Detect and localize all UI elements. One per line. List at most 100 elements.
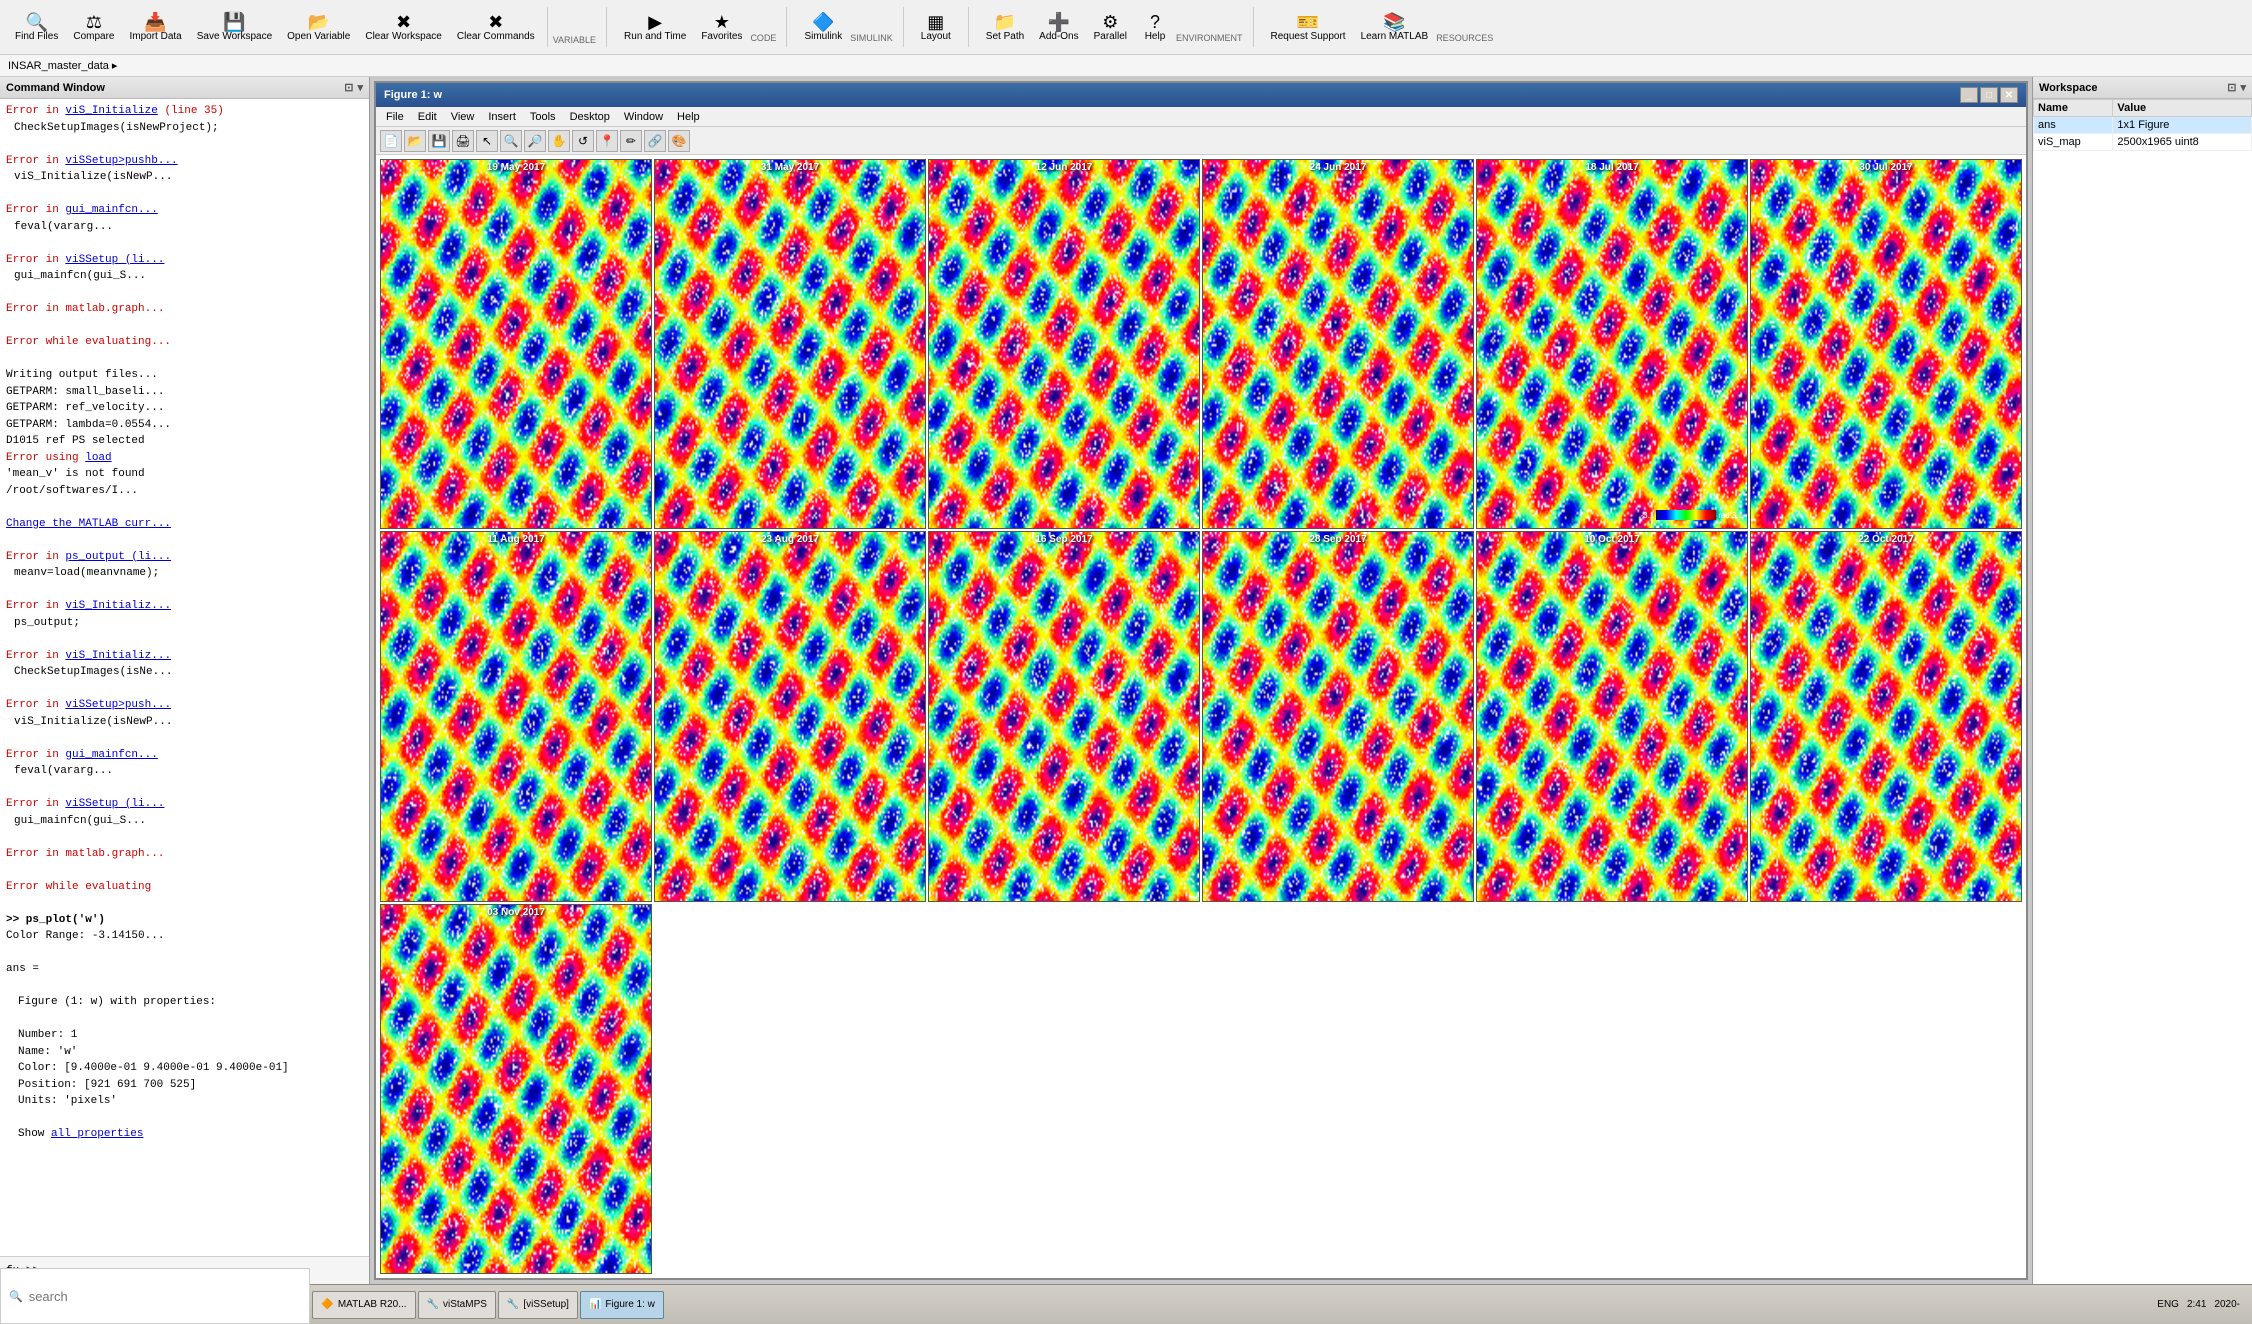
minimize-icon[interactable]: ▾: [357, 81, 363, 94]
subplot-canvas: [1477, 160, 1747, 528]
compare-button[interactable]: ⚖ Compare: [66, 10, 121, 45]
gui-mainfcn2-link[interactable]: gui_mainfcn...: [65, 749, 157, 761]
figure-close-btn[interactable]: ✕: [2000, 87, 2018, 103]
taskbar-item[interactable]: 🔧viStaMPS: [418, 1291, 496, 1319]
add-ons-button[interactable]: ➕ Add-Ons: [1032, 10, 1085, 45]
fig-print-btn[interactable]: 🖨: [452, 130, 474, 152]
fig-rotate-btn[interactable]: ↺: [572, 130, 594, 152]
clear-workspace-button[interactable]: ✖ Clear Workspace: [358, 10, 449, 45]
ps-output-link[interactable]: ps_output (li...: [65, 551, 171, 563]
fig-save-btn[interactable]: 💾: [428, 130, 450, 152]
subplot[interactable]: 19 May 2017: [380, 159, 652, 529]
subplot[interactable]: 10 Oct 2017: [1476, 531, 1748, 901]
main-layout: Command Window ⊡ ▾ Error in viS_Initiali…: [0, 77, 2252, 1284]
workspace-name-cell: ans: [2034, 117, 2113, 134]
fig-datacursor-btn[interactable]: 📍: [596, 130, 618, 152]
run-and-time-button[interactable]: ▶ Run and Time: [617, 10, 693, 45]
subplot[interactable]: 22 Oct 2017: [1750, 531, 2022, 901]
figure-menu-insert[interactable]: Insert: [482, 109, 522, 125]
search-input[interactable]: [29, 1289, 301, 1304]
vis-init-link2[interactable]: viS_Initializ...: [65, 600, 171, 612]
learn-matlab-button[interactable]: 📚 Learn MATLAB: [1354, 10, 1436, 45]
workspace-undock-icon[interactable]: ⊡: [2227, 81, 2236, 94]
vis-init-link3[interactable]: viS_Initializ...: [65, 650, 171, 662]
change-matlab-link[interactable]: Change the MATLAB curr...: [6, 516, 363, 533]
workspace-minimize-icon[interactable]: ▾: [2240, 81, 2246, 94]
simulink-button[interactable]: 🔷 Simulink: [797, 10, 849, 45]
fig-open-btn[interactable]: 📂: [404, 130, 426, 152]
subplot[interactable]: 03 Nov 2017: [380, 904, 652, 1274]
cmd-line: Error in ps_output (li...: [6, 549, 363, 566]
clear-workspace-icon: ✖: [396, 13, 411, 31]
set-path-button[interactable]: 📁 Set Path: [979, 10, 1031, 45]
figure-title: Figure 1: w: [384, 89, 442, 101]
cmd-output-line: Number: 1: [18, 1027, 363, 1044]
vissetup-push-link[interactable]: viSSetup>pushb...: [65, 155, 177, 167]
fig-new-btn[interactable]: 📄: [380, 130, 402, 152]
gui-mainfcn-link[interactable]: gui_mainfcn...: [65, 204, 157, 216]
parallel-button[interactable]: ⚙ Parallel: [1087, 10, 1134, 45]
taskbar-item[interactable]: 📊Figure 1: w: [580, 1291, 664, 1319]
fig-zoom-out-btn[interactable]: 🔎: [524, 130, 546, 152]
figure-minimize-btn[interactable]: _: [1960, 87, 1978, 103]
save-workspace-button[interactable]: 💾 Save Workspace: [190, 10, 279, 45]
figure-menu-view[interactable]: View: [445, 109, 481, 125]
favorites-button[interactable]: ★ Favorites: [694, 10, 749, 45]
cmd-line: Writing output files...: [6, 367, 363, 384]
fig-select-btn[interactable]: ↖: [476, 130, 498, 152]
clear-commands-button[interactable]: ✖ Clear Commands: [450, 10, 542, 45]
import-icon: 📥: [144, 13, 166, 31]
breadcrumb-path[interactable]: INSAR_master_data ▸: [8, 59, 117, 72]
figure-menu-file[interactable]: File: [380, 109, 410, 125]
subplot[interactable]: 28 Sep 2017: [1202, 531, 1474, 901]
load-link[interactable]: load: [85, 452, 111, 464]
fig-pan-btn[interactable]: ✋: [548, 130, 570, 152]
subplot[interactable]: 23 Aug 2017: [654, 531, 926, 901]
cmd-line: feval(vararg...: [6, 763, 363, 780]
add-ons-label: Add-Ons: [1039, 31, 1078, 42]
open-variable-button[interactable]: 📂 Open Variable: [280, 10, 357, 45]
fig-brush-btn[interactable]: ✏: [620, 130, 642, 152]
sep2: [606, 7, 607, 47]
taskbar-item[interactable]: 🔶MATLAB R20...: [312, 1291, 415, 1319]
help-label: Help: [1145, 31, 1166, 42]
workspace-name-cell: viS_map: [2034, 134, 2113, 151]
subplot[interactable]: 12 Jun 2017: [928, 159, 1200, 529]
subplot[interactable]: 24 Jun 2017: [1202, 159, 1474, 529]
vissetup-push2-link[interactable]: viSSetup>push...: [65, 699, 171, 711]
subplot[interactable]: 16 Sep 2017: [928, 531, 1200, 901]
fig-link-btn[interactable]: 🔗: [644, 130, 666, 152]
subplot[interactable]: 30 Jul 2017: [1750, 159, 2022, 529]
vissetup-link[interactable]: viSSetup (li...: [65, 254, 164, 266]
find-files-button[interactable]: 🔍 Find Files: [8, 10, 65, 45]
fig-zoom-in-btn[interactable]: 🔍: [500, 130, 522, 152]
figure-menu-edit[interactable]: Edit: [412, 109, 443, 125]
subplot[interactable]: 11 Aug 2017: [380, 531, 652, 901]
figure-menu-window[interactable]: Window: [618, 109, 669, 125]
import-data-button[interactable]: 📥 Import Data: [123, 10, 189, 45]
all-properties-link[interactable]: all properties: [51, 1128, 143, 1140]
undock-icon[interactable]: ⊡: [344, 81, 353, 94]
save-workspace-label: Save Workspace: [197, 31, 272, 42]
vissetup2-link[interactable]: viSSetup (li...: [65, 798, 164, 810]
open-variable-label: Open Variable: [287, 31, 350, 42]
subplot[interactable]: 18 Jul 2017 -3.1 rad 3.1: [1476, 159, 1748, 529]
workspace-row[interactable]: ans1x1 Figure: [2034, 117, 2252, 134]
figure-menu-tools[interactable]: Tools: [524, 109, 562, 125]
figure-menu-desktop[interactable]: Desktop: [564, 109, 616, 125]
workspace-col-value: Value: [2113, 100, 2252, 117]
figure-menu-help[interactable]: Help: [671, 109, 706, 125]
fig-colormap-btn[interactable]: 🎨: [668, 130, 690, 152]
compare-label: Compare: [73, 31, 114, 42]
subplot[interactable]: 31 May 2017: [654, 159, 926, 529]
subplot-canvas: [1203, 160, 1473, 528]
subplot-canvas: [655, 532, 925, 900]
request-support-button[interactable]: 🎫 Request Support: [1264, 10, 1353, 45]
subplot-canvas: [929, 160, 1199, 528]
layout-button[interactable]: ▦ Layout: [914, 10, 958, 45]
taskbar-item[interactable]: 🔧[viSSetup]: [498, 1291, 578, 1319]
workspace-row[interactable]: viS_map2500x1965 uint8: [2034, 134, 2252, 151]
vis-initialize-link[interactable]: viS_Initialize: [65, 105, 157, 117]
figure-restore-btn[interactable]: □: [1980, 87, 1998, 103]
help-button[interactable]: ? Help: [1135, 10, 1175, 45]
